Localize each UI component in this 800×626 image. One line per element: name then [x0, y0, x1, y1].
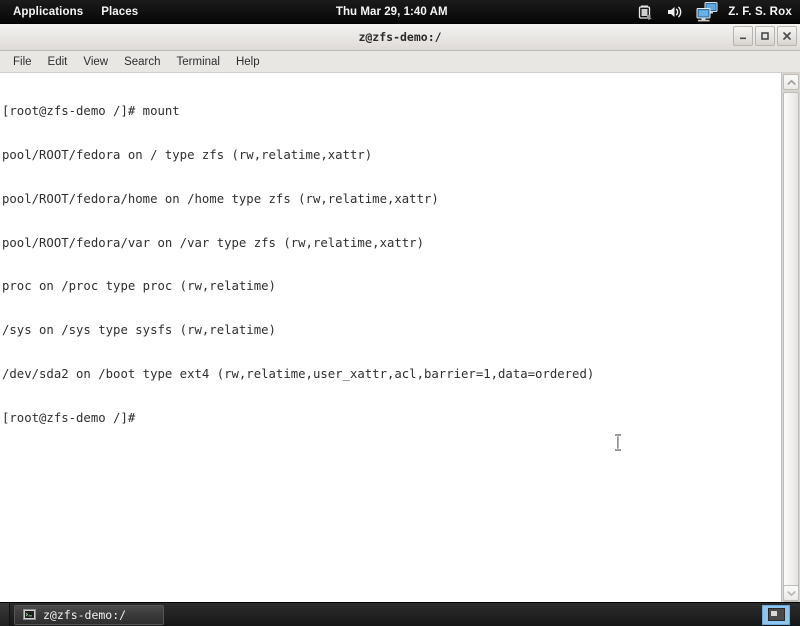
window-controls	[733, 26, 797, 46]
terminal-line: /sys on /sys type sysfs (rw,relatime)	[2, 323, 276, 338]
clock[interactable]: Thu Mar 29, 1:40 AM	[336, 6, 448, 18]
terminal-output[interactable]: [root@zfs-demo /]# mount pool/ROOT/fedor…	[0, 73, 781, 602]
menu-help[interactable]: Help	[228, 54, 268, 70]
close-icon	[783, 32, 791, 40]
battery-icon[interactable]	[636, 3, 654, 21]
user-name-label[interactable]: Z. F. S. Rox	[728, 6, 792, 18]
workspace-window-preview	[767, 608, 785, 621]
menu-edit[interactable]: Edit	[40, 54, 76, 70]
network-monitor-icon[interactable]	[696, 1, 720, 22]
top-panel: Applications Places Thu Mar 29, 1:40 AM	[0, 0, 800, 24]
terminal-line: [root@zfs-demo /]#	[2, 410, 136, 425]
terminal-icon	[23, 609, 36, 620]
maximize-icon	[761, 32, 769, 40]
minimize-icon	[740, 37, 746, 40]
task-button-terminal[interactable]: z@zfs-demo:/	[14, 604, 164, 625]
menu-file[interactable]: File	[5, 54, 40, 70]
minimize-button[interactable]	[733, 26, 753, 46]
workspace-1[interactable]	[762, 604, 790, 625]
menu-bar: File Edit View Search Terminal Help	[0, 51, 800, 73]
chevron-down-icon	[786, 590, 796, 596]
bottom-panel: z@zfs-demo:/	[0, 602, 800, 626]
terminal-window: z@zfs-demo:/ File Edit View Search Termi…	[0, 24, 800, 602]
volume-icon[interactable]	[666, 3, 684, 21]
scrollbar-thumb[interactable]	[783, 92, 799, 602]
show-desktop-button[interactable]	[0, 602, 10, 626]
window-list: z@zfs-demo:/	[14, 604, 164, 625]
terminal-area: [root@zfs-demo /]# mount pool/ROOT/fedor…	[0, 73, 800, 602]
places-menu[interactable]: Places	[92, 3, 147, 21]
applications-menu[interactable]: Applications	[4, 3, 92, 21]
maximize-button[interactable]	[755, 26, 775, 46]
task-button-label: z@zfs-demo:/	[43, 607, 127, 622]
terminal-line: pool/ROOT/fedora/var on /var type zfs (r…	[2, 235, 424, 250]
window-titlebar[interactable]: z@zfs-demo:/	[0, 24, 800, 51]
chevron-up-icon	[786, 79, 796, 85]
terminal-scrollbar[interactable]	[781, 73, 800, 602]
desktop-screen: Applications Places Thu Mar 29, 1:40 AM	[0, 0, 800, 626]
workspace-switcher[interactable]	[761, 603, 791, 626]
menu-terminal[interactable]: Terminal	[169, 54, 228, 70]
terminal-line: /dev/sda2 on /boot type ext4 (rw,relatim…	[2, 366, 595, 381]
menu-view[interactable]: View	[75, 54, 116, 70]
window-title: z@zfs-demo:/	[358, 30, 442, 44]
menu-search[interactable]: Search	[116, 54, 168, 70]
terminal-line: [root@zfs-demo /]# mount	[2, 104, 180, 119]
terminal-line: proc on /proc type proc (rw,relatime)	[2, 279, 276, 294]
scrollbar-down-button[interactable]	[783, 585, 799, 601]
terminal-line: pool/ROOT/fedora/home on /home type zfs …	[2, 191, 439, 206]
scrollbar-up-button[interactable]	[783, 74, 799, 90]
terminal-line: pool/ROOT/fedora on / type zfs (rw,relat…	[2, 147, 373, 162]
close-button[interactable]	[777, 26, 797, 46]
system-tray	[636, 1, 720, 22]
